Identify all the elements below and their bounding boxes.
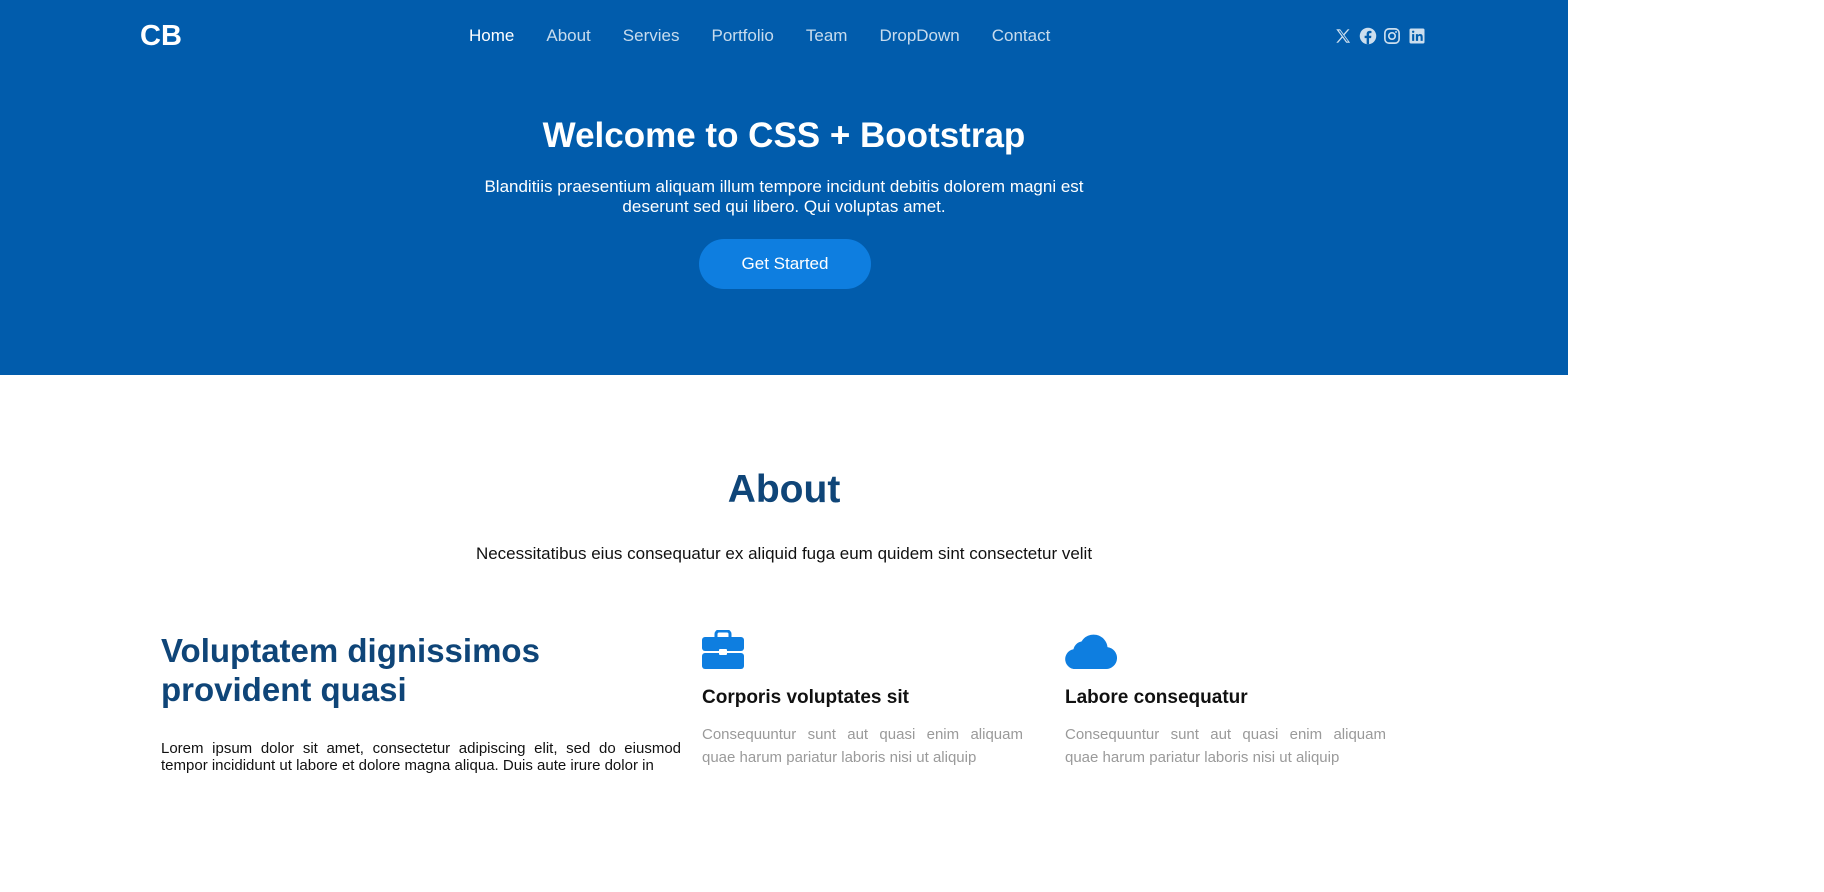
hero-section: CB Home About Servies Portfolio Team Dro… [0, 0, 1568, 375]
main-nav: Home About Servies Portfolio Team DropDo… [469, 24, 1082, 48]
x-icon[interactable] [1334, 27, 1352, 45]
feature-title: Labore consequatur [1065, 687, 1248, 708]
nav-item-home[interactable]: Home [469, 24, 514, 48]
briefcase-icon [702, 630, 744, 669]
social-links [1334, 26, 1432, 46]
about-subtitle: Necessitatibus eius consequatur ex aliqu… [475, 544, 1093, 563]
about-heading: Voluptatem dignissimos provident quasi [161, 632, 540, 708]
cloud-icon [1065, 632, 1117, 669]
nav-item-about[interactable]: About [546, 24, 590, 48]
linkedin-icon[interactable] [1408, 27, 1426, 45]
feature-text: Consequuntur sunt aut quasi enim aliquam… [1065, 726, 1386, 766]
nav-item-dropdown[interactable]: DropDown [879, 24, 959, 48]
facebook-icon[interactable] [1359, 27, 1377, 45]
logo[interactable]: CB [140, 18, 182, 54]
instagram-icon[interactable] [1383, 27, 1401, 45]
nav-item-servies[interactable]: Servies [623, 24, 680, 48]
get-started-button[interactable]: Get Started [699, 239, 871, 289]
about-title: About [727, 468, 841, 511]
feature-title: Corporis voluptates sit [702, 687, 909, 708]
feature-text: Consequuntur sunt aut quasi enim aliquam… [702, 726, 1023, 766]
about-text: Lorem ipsum dolor sit amet, consectetur … [161, 740, 681, 774]
hero-subtitle: Blanditiis praesentium aliquam illum tem… [484, 177, 1084, 216]
nav-item-portfolio[interactable]: Portfolio [711, 24, 773, 48]
hero-title: Welcome to CSS + Bootstrap [542, 116, 1026, 155]
nav-item-team[interactable]: Team [806, 24, 848, 48]
nav-item-contact[interactable]: Contact [992, 24, 1051, 48]
